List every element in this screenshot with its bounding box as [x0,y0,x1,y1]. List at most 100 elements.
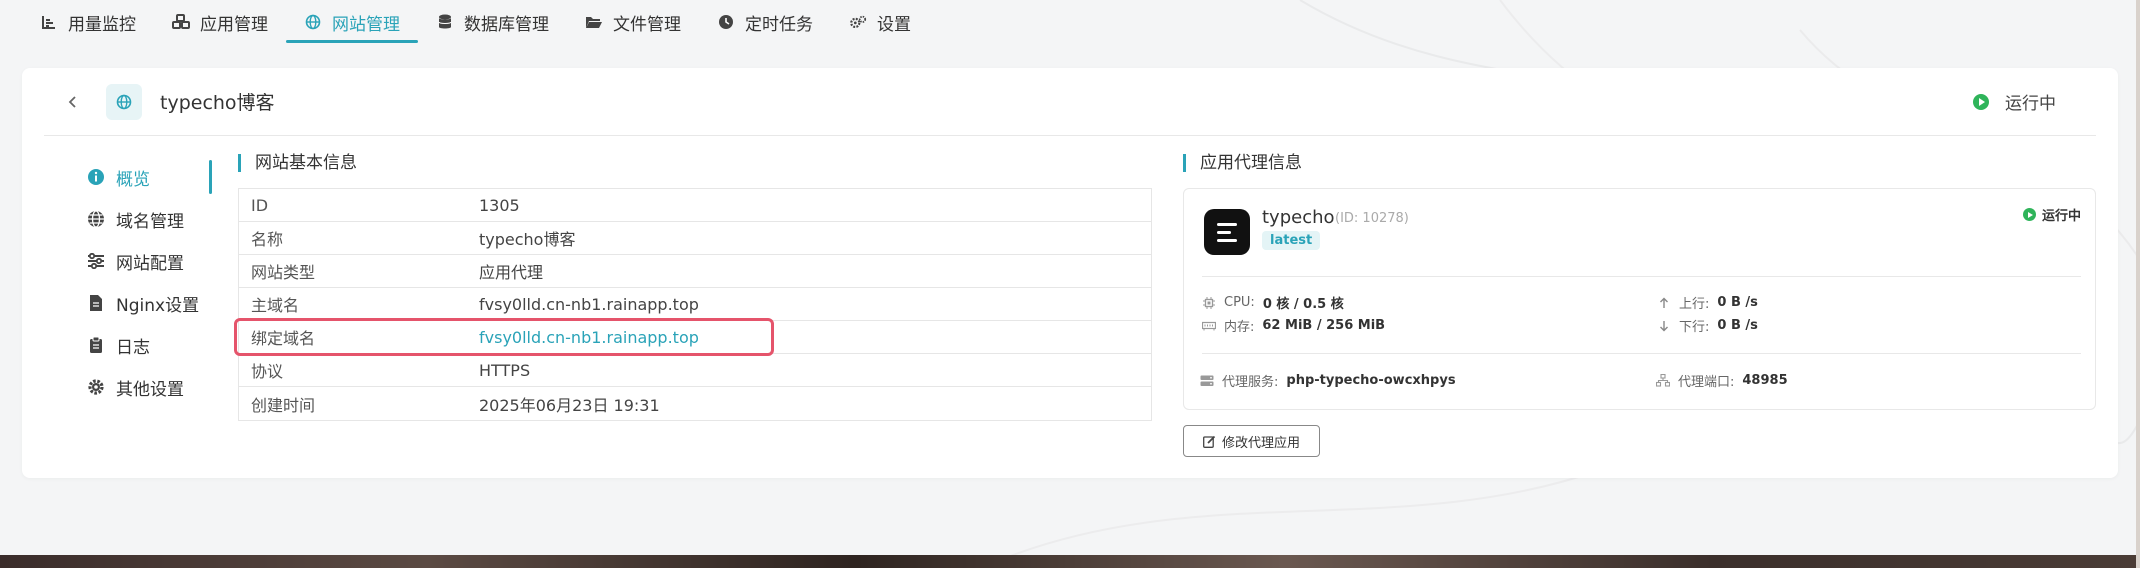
server-icon [1200,374,1214,388]
site-status: 运行中 [1973,89,2056,114]
table-row: 创建时间 2025年06月23日 19:31 [239,387,1151,420]
back-button[interactable] [58,87,88,117]
side-item-logs[interactable]: 日志 [62,324,212,366]
info-key: 创建时间 [251,395,316,415]
cubes-icon [172,13,190,31]
arrow-down-icon [1657,319,1671,333]
nav-label: 数据库管理 [464,14,549,35]
memory-icon [1202,319,1216,333]
side-item-nginx-settings[interactable]: Nginx设置 [62,282,212,324]
background-image-strip [0,555,2140,568]
nav-website-management[interactable]: 网站管理 [286,0,418,44]
upload-value: 0 B /s [1717,295,1758,310]
upload-stat: 上行: 0 B /s [1657,293,1758,312]
edit-proxy-app-label: 修改代理应用 [1221,435,1300,451]
app-name: typecho [1262,207,1335,228]
nav-settings[interactable]: 设置 [831,0,929,44]
top-navigation: 用量监控 应用管理 网站管理 数据库管理 文件管理 定时任务 设置 [22,0,929,44]
side-item-label: 概览 [116,169,150,190]
page-title: typecho博客 [160,92,275,114]
folder-open-icon [585,13,603,31]
version-tag: latest [1262,231,1321,250]
table-row: 绑定域名 fvsy0lld.cn-nb1.rainapp.top [239,321,1151,354]
table-row: 名称 typecho博客 [239,222,1151,255]
basic-info-table: ID 1305 名称 typecho博客 网站类型 应用代理 主域名 fvsy0… [238,188,1152,421]
side-item-label: 其他设置 [116,379,184,400]
basic-info-title: 网站基本信息 [238,154,357,172]
info-key: 网站类型 [251,263,316,282]
globe-icon [116,94,132,109]
download-label: 下行: [1679,320,1710,335]
globe-icon [304,13,322,31]
nav-file-management[interactable]: 文件管理 [567,0,699,44]
edit-proxy-app-button[interactable]: 修改代理应用 [1183,425,1320,457]
info-value: 1305 [479,195,520,215]
side-item-site-config[interactable]: 网站配置 [62,240,212,282]
nav-usage-monitor[interactable]: 用量监控 [22,0,154,44]
info-circle-icon [86,167,106,187]
database-icon [436,13,454,31]
nav-label: 文件管理 [613,14,681,35]
chevron-left-icon [68,95,76,108]
side-item-label: 网站配置 [116,253,184,274]
cpu-icon [1202,296,1216,310]
table-row: ID 1305 [239,189,1151,222]
nav-scheduled-tasks[interactable]: 定时任务 [699,0,831,44]
nav-label: 定时任务 [745,14,813,35]
clipboard-icon [86,335,106,355]
download-stat: 下行: 0 B /s [1657,316,1758,335]
upload-label: 上行: [1679,297,1710,312]
memory-value: 62 MiB / 256 MiB [1262,318,1386,333]
nav-label: 设置 [877,14,911,35]
cpu-stat: CPU: 0 核 / 0.5 核 [1202,293,1344,312]
window-edge [2136,0,2140,568]
info-value: HTTPS [479,360,531,380]
info-key: 主域名 [251,296,300,315]
proxy-port-label: 代理端口: [1678,375,1735,390]
proxy-service-value: php-typecho-owcxhpys [1286,373,1456,388]
nav-database-management[interactable]: 数据库管理 [418,0,567,44]
info-value: fvsy0lld.cn-nb1.rainapp.top [479,294,699,314]
gears-icon [849,13,867,31]
nav-label: 用量监控 [68,14,136,35]
cpu-label: CPU: [1224,295,1255,310]
table-row: 主域名 fvsy0lld.cn-nb1.rainapp.top [239,288,1151,321]
proxy-service-stat: 代理服务: php-typecho-owcxhpys [1200,371,1456,390]
gear-icon [86,377,106,397]
info-key: 名称 [251,230,284,249]
typecho-logo-icon [1204,209,1250,255]
proxy-port-stat: 代理端口: 48985 [1656,371,1788,390]
running-status-icon [2022,208,2036,221]
side-item-domain-management[interactable]: 域名管理 [62,198,212,240]
info-key: ID [251,195,269,215]
divider [1202,353,2081,354]
side-item-other-settings[interactable]: 其他设置 [62,366,212,408]
website-detail-card: typecho博客 运行中 概览 域名管理 网站配置 Nginx设置 日志 其他… [22,68,2118,478]
nav-label: 应用管理 [200,14,268,35]
file-icon [86,293,106,313]
globe-icon [86,209,106,229]
proxy-port-value: 48985 [1742,373,1788,388]
side-item-overview[interactable]: 概览 [62,156,212,198]
site-avatar [106,83,142,120]
status-label: 运行中 [2041,209,2081,224]
table-row: 协议 HTTPS [239,354,1151,387]
info-key: 协议 [251,362,284,381]
divider [1202,276,2081,277]
download-value: 0 B /s [1717,318,1758,333]
running-status-icon [1973,93,1989,110]
arrow-up-icon [1657,296,1671,310]
info-value: 应用代理 [479,263,544,282]
table-row: 网站类型 应用代理 [239,255,1151,288]
memory-label: 内存: [1224,320,1255,335]
clock-icon [717,13,735,31]
proxy-service-label: 代理服务: [1222,375,1279,390]
side-item-label: 域名管理 [116,211,184,232]
chart-line-icon [40,13,58,31]
nav-label: 网站管理 [332,14,400,35]
nav-app-management[interactable]: 应用管理 [154,0,286,44]
proxy-app-card: typecho (ID: 10278) latest 运行中 CPU: 0 核 … [1183,188,2096,410]
bound-domain-link[interactable]: fvsy0lld.cn-nb1.rainapp.top [479,328,699,347]
info-value: 2025年06月23日 19:31 [479,395,660,415]
memory-stat: 内存: 62 MiB / 256 MiB [1202,316,1385,335]
